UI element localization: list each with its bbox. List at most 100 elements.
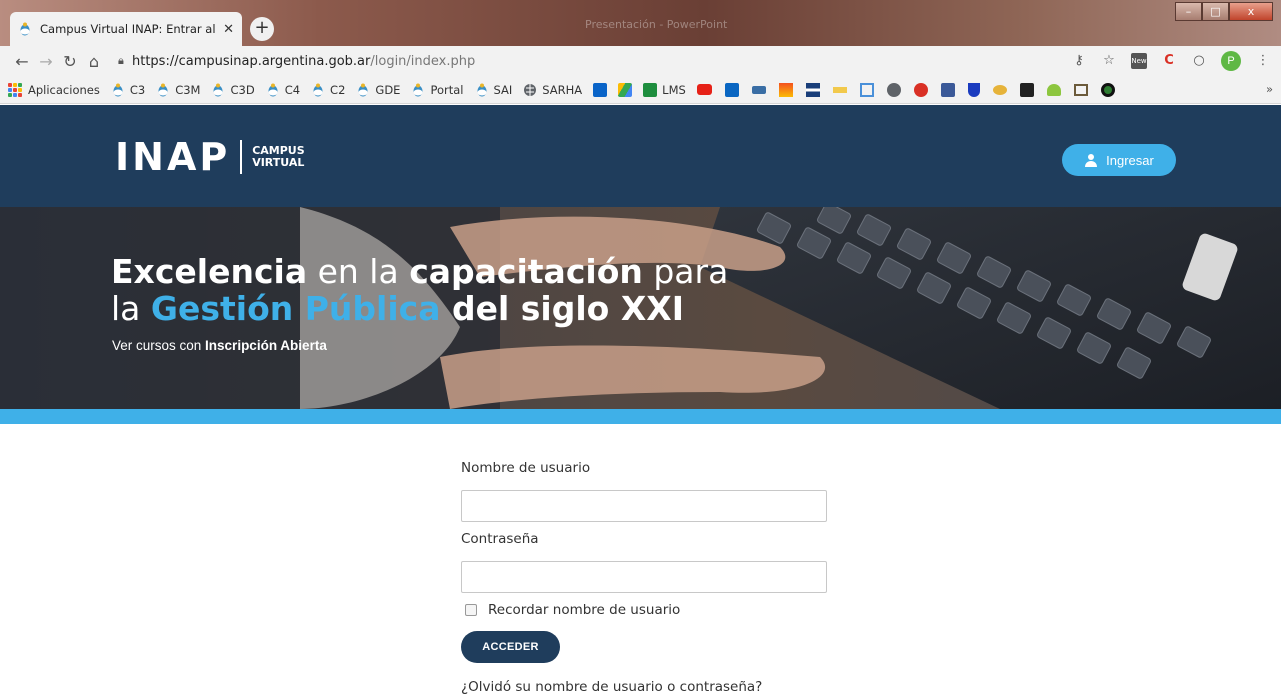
logo-divider (240, 140, 243, 174)
forward-arrow-icon[interactable]: → (34, 52, 58, 71)
maximize-button[interactable]: □ (1202, 2, 1229, 21)
p-app-icon[interactable] (1019, 82, 1034, 97)
toolbar-extensions: ⚷ ☆ New C ○ P ⋮ (1071, 46, 1271, 76)
open-enrollment-link[interactable]: Ver cursos con Inscripción Abierta (112, 338, 327, 353)
url-host: https://campusinap.argentina.gob.ar (132, 53, 371, 69)
hero-heading-normal1: en la (307, 252, 410, 291)
target-icon[interactable] (1100, 82, 1115, 97)
circle-extension-icon[interactable]: ○ (1191, 53, 1207, 69)
username-input[interactable] (461, 490, 827, 522)
gradient-square-icon[interactable] (778, 82, 793, 97)
youtube-icon[interactable] (696, 84, 712, 95)
acceder-button[interactable]: ACCEDER (461, 631, 560, 663)
address-bar[interactable]: 🔒︎ https://campusinap.argentina.gob.ar/l… (118, 49, 1018, 73)
password-input[interactable] (461, 561, 827, 593)
bookmark-label: C4 (284, 82, 301, 97)
bookmark-label: GDE (375, 82, 401, 97)
film-icon[interactable] (1073, 83, 1088, 96)
bookmark-label: C3 (129, 82, 146, 97)
extension-new-icon[interactable]: New (1131, 53, 1147, 69)
bookmark-item[interactable]: GDE (356, 83, 400, 97)
android-icon[interactable] (1046, 83, 1061, 96)
menu-kebab-icon[interactable]: ⋮ (1255, 53, 1271, 69)
password-label: Contraseña (461, 531, 539, 547)
hero-heading-highlight: Gestión Pública (150, 289, 441, 328)
home-icon[interactable]: ⌂ (82, 52, 106, 71)
bookmark-item[interactable]: C3D (211, 82, 255, 97)
argentina-seal-icon (113, 83, 123, 96)
browser-titlebar: Campus Virtual INAP: Entrar al sit ✕ + P… (0, 0, 1281, 46)
remember-label: Recordar nombre de usuario (488, 602, 681, 618)
browser-tab[interactable]: Campus Virtual INAP: Entrar al sit ✕ (10, 12, 242, 46)
hero-accent-stripe (0, 409, 1281, 424)
hero-link-prefix: Ver cursos con (112, 338, 206, 353)
minimize-button[interactable]: – (1175, 2, 1202, 21)
forgot-password-link[interactable]: ¿Olvidó su nombre de usuario o contraseñ… (461, 679, 762, 695)
extension-badge-icon[interactable]: C (1161, 53, 1177, 69)
argentina-seal-icon (413, 83, 423, 96)
bookmark-apps[interactable]: Aplicaciones (8, 82, 100, 97)
outlook-icon (593, 82, 608, 97)
hero-link-bold: Inscripción Abierta (205, 338, 327, 353)
argentina-seal-icon (477, 83, 486, 96)
u-shield-icon[interactable] (967, 82, 980, 97)
argentina-seal-icon (213, 83, 223, 96)
bookmark-item[interactable]: LMS (593, 82, 686, 97)
logo-text: INAP (115, 135, 231, 179)
bookmark-label: Portal (430, 82, 464, 97)
bookmark-item[interactable]: C3 (111, 83, 145, 97)
lms-icon (643, 82, 658, 97)
bookmark-item[interactable]: Portal (411, 82, 464, 97)
back-arrow-icon[interactable]: ← (10, 52, 34, 71)
site-header: INAP CAMPUS VIRTUAL Ingresar (0, 105, 1281, 207)
tab-title: Campus Virtual INAP: Entrar al sit (40, 22, 220, 36)
argentina-seal-icon (158, 83, 168, 96)
bookmark-blue-icon[interactable] (859, 82, 874, 97)
profile-avatar[interactable]: P (1221, 51, 1241, 71)
bookmark-item[interactable]: SARHA (523, 83, 582, 97)
bookmarks-overflow-icon[interactable]: » (1266, 82, 1273, 96)
bookmark-label: C3D (230, 82, 255, 97)
bookmarks-bar: Aplicaciones C3 C3M C3D C4 C2 GDE Portal… (0, 76, 1281, 104)
apps-grid-icon (8, 82, 22, 97)
bookmark-item[interactable]: SAI (475, 83, 512, 97)
new-tab-button[interactable]: + (250, 17, 274, 41)
star-icon[interactable]: ☆ (1101, 53, 1117, 69)
argentina-seal-icon (313, 83, 323, 96)
google-drive-icon (618, 82, 633, 97)
username-label: Nombre de usuario (461, 460, 591, 476)
logo-subtitle-line2: VIRTUAL (252, 156, 305, 169)
hero-heading-bold1: Excelencia (111, 252, 308, 291)
um-icon[interactable] (913, 82, 928, 97)
linkedin-icon[interactable] (724, 82, 739, 97)
tab-close-icon[interactable]: ✕ (223, 21, 234, 37)
bookmark-label: LMS (662, 82, 686, 97)
reload-icon[interactable]: ↻ (58, 52, 82, 71)
argentina-seal-icon (268, 83, 278, 96)
remember-checkbox[interactable] (465, 604, 477, 616)
window-controls: – □ x (1175, 2, 1273, 21)
remember-row: Recordar nombre de usuario (461, 602, 827, 618)
shoe-icon[interactable] (751, 85, 766, 94)
key-icon[interactable]: ⚷ (1071, 53, 1087, 69)
globe-icon (524, 83, 537, 96)
user-icon (1085, 154, 1098, 167)
flag-bookmark-icon[interactable] (805, 82, 820, 97)
hero-heading-line2-normal: la (111, 289, 151, 328)
facebook-icon[interactable] (940, 82, 955, 97)
close-window-button[interactable]: x (1229, 2, 1273, 21)
bookmark-item[interactable]: C2 (311, 83, 345, 97)
url-path: /login/index.php (370, 53, 476, 69)
bookmark-item[interactable]: C4 (266, 83, 300, 97)
coin-icon[interactable] (992, 84, 1007, 95)
bookmark-label: SARHA (542, 82, 583, 97)
argentina-seal-icon (358, 83, 368, 96)
hero-heading-normal2: para (642, 252, 729, 291)
inap-logo[interactable]: INAP CAMPUS VIRTUAL (115, 135, 305, 179)
ingresar-button[interactable]: Ingresar (1062, 144, 1176, 176)
bookmark-item[interactable]: C3M (156, 83, 200, 97)
globe-dark-icon[interactable] (886, 82, 901, 97)
bookmark-label: Aplicaciones (28, 82, 100, 97)
bookmark-label: C3M (175, 82, 201, 97)
tag-icon[interactable] (832, 86, 847, 93)
